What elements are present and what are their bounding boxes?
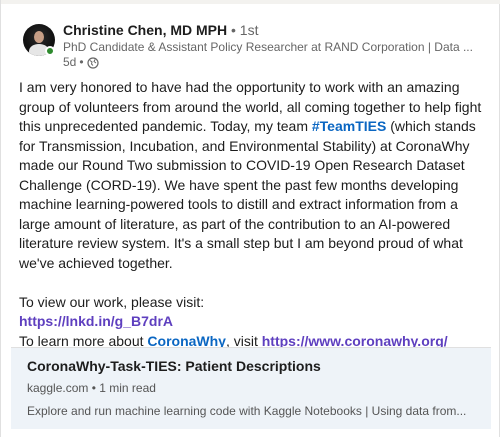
post-body: I am very honored to have had the opport… (19, 78, 489, 351)
connection-degree: • 1st (231, 22, 259, 38)
post-time: 5d (63, 55, 77, 69)
link-preview-title: CoronaWhy-Task-TIES: Patient Description… (27, 358, 321, 374)
link-preview-source: kaggle.com • 1 min read (27, 381, 156, 395)
meta-separator: • (79, 55, 84, 69)
author-info: Christine Chen, MD MPH • 1st PhD Candida… (63, 21, 493, 70)
link-preview-description: Explore and run machine learning code wi… (27, 404, 467, 418)
view-intro: To view our work, please visit: (19, 293, 205, 310)
view-work-link[interactable]: https://lnkd.in/g_B7drA (19, 313, 173, 329)
author-name[interactable]: Christine Chen, MD MPH (63, 22, 227, 38)
globe-icon (86, 56, 99, 69)
post-paragraph: I am very honored to have had the opport… (19, 79, 482, 271)
author-name-line: Christine Chen, MD MPH • 1st (63, 21, 493, 39)
post-meta: 5d • (63, 55, 493, 70)
post-card: Christine Chen, MD MPH • 1st PhD Candida… (0, 0, 500, 437)
author-avatar[interactable] (23, 24, 55, 56)
feed-divider (1, 0, 500, 4)
hashtag-teamties[interactable]: #TeamTIES (312, 118, 386, 134)
link-preview-card[interactable]: CoronaWhy-Task-TIES: Patient Description… (11, 347, 491, 429)
author-headline: PhD Candidate & Assistant Policy Researc… (63, 40, 473, 54)
online-status-icon (45, 46, 55, 56)
